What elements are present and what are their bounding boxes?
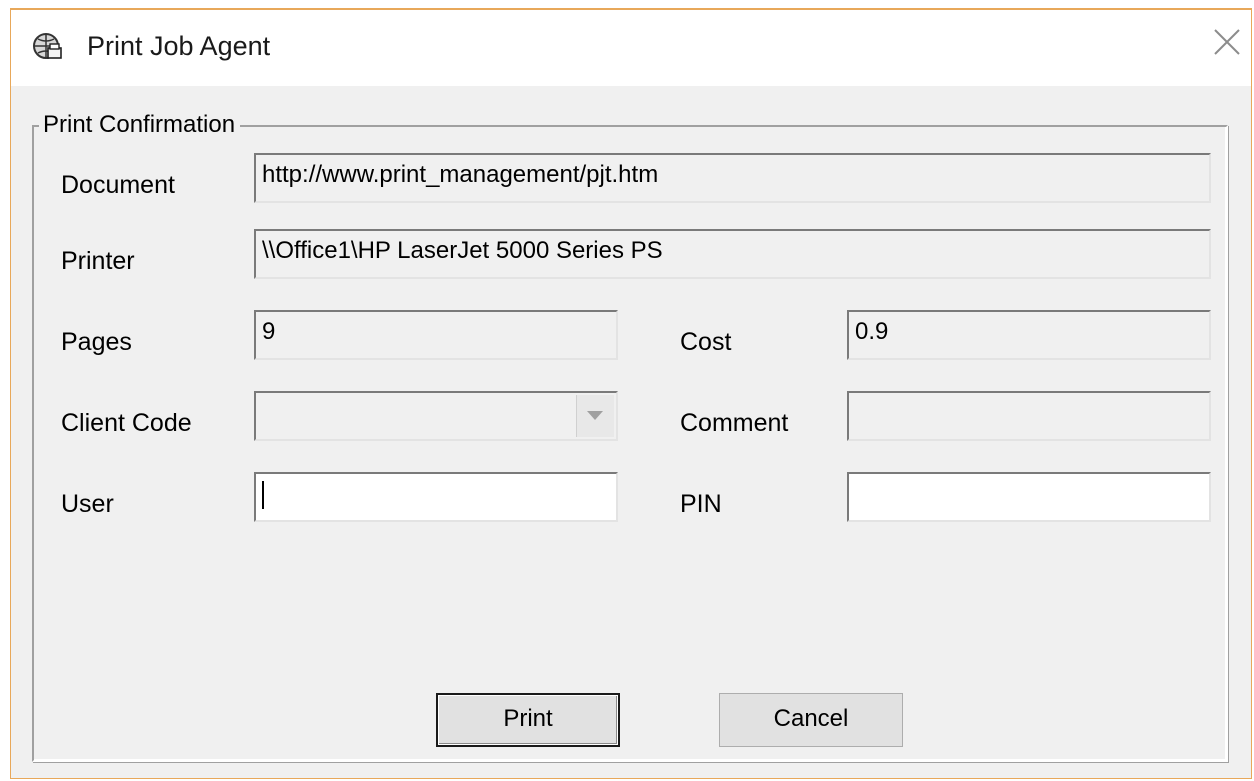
client-code-select[interactable] (254, 391, 618, 441)
print-job-agent-window: Print Job Agent Print Confirmation Docum… (10, 8, 1252, 779)
chevron-down-icon[interactable] (576, 395, 614, 437)
comment-label: Comment (680, 409, 789, 437)
print-button[interactable]: Print (436, 693, 620, 747)
print-confirmation-group (32, 125, 1228, 762)
close-icon[interactable] (1209, 24, 1245, 60)
cancel-button[interactable]: Cancel (719, 693, 903, 747)
cost-label: Cost (680, 328, 732, 356)
group-legend: Print Confirmation (39, 110, 241, 140)
user-label: User (61, 490, 114, 518)
text-caret (262, 480, 264, 509)
globe-printer-icon (31, 31, 63, 63)
printer-field[interactable]: \\Office1\HP LaserJet 5000 Series PS (254, 229, 1211, 279)
pages-field[interactable]: 9 (254, 310, 618, 360)
client-code-label: Client Code (61, 409, 192, 437)
comment-field[interactable] (847, 391, 1211, 441)
document-label: Document (61, 171, 175, 199)
pin-label: PIN (680, 490, 722, 518)
window-title: Print Job Agent (87, 31, 271, 61)
title-bar[interactable]: Print Job Agent (11, 10, 1251, 86)
pin-input[interactable] (847, 472, 1211, 522)
pages-label: Pages (61, 328, 132, 356)
document-field[interactable]: http://www.print_management/pjt.htm (254, 153, 1211, 203)
user-input[interactable] (254, 472, 618, 522)
printer-label: Printer (61, 247, 135, 275)
cost-field[interactable]: 0.9 (847, 310, 1211, 360)
